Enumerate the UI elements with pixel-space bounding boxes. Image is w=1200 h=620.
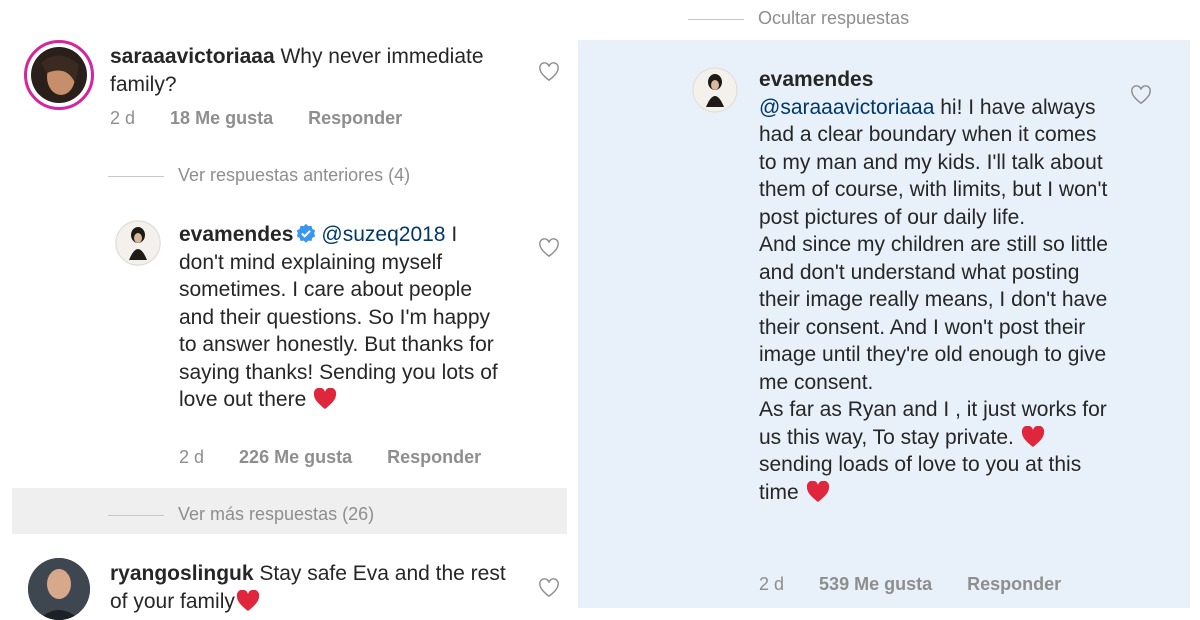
mention-link[interactable]: @suzeq2018 [321, 223, 445, 246]
comment-text: ryangoslinguk Stay safe Eva and the rest… [110, 560, 510, 615]
avatar-evamendes[interactable] [692, 67, 738, 113]
username[interactable]: evamendes [759, 68, 873, 91]
view-more-label: Ver más respuestas (26) [178, 504, 375, 524]
verified-badge-icon [295, 223, 317, 245]
highlighted-reply: evamendes @saraaavictoriaaa hi! I have a… [578, 40, 1190, 608]
red-heart-emoji [312, 387, 338, 410]
username[interactable]: evamendes [179, 223, 293, 246]
reply-text: evamendes @saraaavictoriaaa hi! I have a… [759, 66, 1114, 506]
view-more-replies[interactable]: Ver más respuestas (26) [108, 504, 374, 525]
avatar-ryangoslinguk[interactable] [28, 558, 90, 620]
hide-replies-label: Ocultar respuestas [758, 8, 910, 28]
divider [108, 514, 164, 516]
red-heart-emoji [1020, 425, 1046, 448]
username[interactable]: ryangoslinguk [110, 562, 254, 585]
timestamp: 2 d [110, 108, 136, 128]
like-heart-icon[interactable] [538, 578, 560, 598]
reply-first-line: evamendes [759, 66, 1114, 94]
timestamp: 2 d [179, 447, 205, 467]
reply-body: As far as Ryan and I , it just works for… [759, 398, 1107, 449]
reply-paragraph-1: @saraaavictoriaaa hi! I have always had … [759, 94, 1114, 232]
comment-text: saraaavictoriaaa Why never immediate fam… [110, 43, 520, 98]
divider [108, 175, 164, 177]
view-more-replies-band[interactable]: Ver más respuestas (26) [12, 488, 567, 534]
red-heart-emoji [805, 480, 831, 503]
like-heart-icon[interactable] [538, 62, 560, 82]
red-heart-emoji [235, 589, 261, 612]
reply-meta: 2 d 226 Me gusta Responder [179, 447, 481, 468]
reply-button[interactable]: Responder [387, 447, 481, 467]
avatar-saraaavictoriaaa[interactable] [24, 40, 94, 110]
hide-replies[interactable]: Ocultar respuestas [688, 8, 909, 29]
timestamp: 2 d [759, 574, 785, 594]
divider [688, 18, 744, 20]
likes-count[interactable]: 226 Me gusta [239, 447, 352, 467]
comment-meta: 2 d 18 Me gusta Responder [110, 108, 402, 129]
avatar-evamendes[interactable] [115, 220, 161, 266]
reply-body: I don't mind explaining myself sometimes… [179, 223, 498, 411]
reply-button[interactable]: Responder [967, 574, 1061, 594]
reply-paragraph-3: As far as Ryan and I , it just works for… [759, 396, 1114, 506]
view-previous-replies[interactable]: Ver respuestas anteriores (4) [108, 165, 410, 186]
reply-text: evamendes @suzeq2018 I don't mind explain… [179, 221, 504, 414]
username[interactable]: saraaavictoriaaa [110, 45, 275, 68]
right-panel: Ocultar respuestas evamendes @saraaavict… [576, 0, 1200, 620]
mention-link[interactable]: @saraaavictoriaaa [759, 96, 934, 119]
likes-count[interactable]: 539 Me gusta [819, 574, 932, 594]
reply-button[interactable]: Responder [308, 108, 402, 128]
left-panel: saraaavictoriaaa Why never immediate fam… [0, 0, 572, 620]
view-previous-label: Ver respuestas anteriores (4) [178, 165, 411, 185]
like-heart-icon[interactable] [538, 238, 560, 258]
like-heart-icon[interactable] [1130, 85, 1152, 105]
reply-paragraph-2: And since my children are still so littl… [759, 233, 1108, 394]
likes-count[interactable]: 18 Me gusta [170, 108, 273, 128]
reply-meta: 2 d 539 Me gusta Responder [759, 574, 1061, 595]
